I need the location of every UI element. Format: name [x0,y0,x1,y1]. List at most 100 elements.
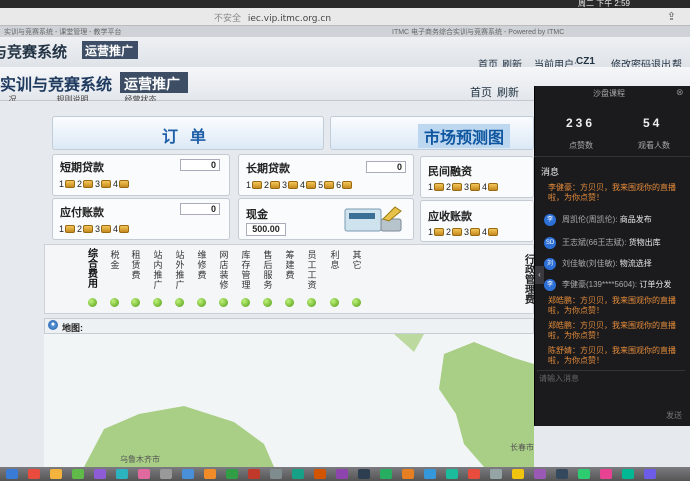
coin-icon[interactable] [470,228,481,236]
close-icon[interactable]: ⊗ [676,87,684,98]
market-label[interactable]: 市场预测图 [418,124,511,148]
coin-icon[interactable] [306,181,317,189]
status-indicator-icon[interactable] [153,298,162,307]
coin-icon[interactable] [119,180,130,188]
url-text[interactable]: 不安全 iec.vip.itmc.org.cn [214,11,331,24]
coin-icon[interactable] [452,228,463,236]
status-indicator-icon[interactable] [175,298,184,307]
coin-icon[interactable] [65,180,76,188]
short-loan-slots[interactable]: 1 2 3 4 [59,179,130,189]
app-icon[interactable] [490,469,502,479]
card-machine-icon[interactable] [343,205,405,235]
coin-icon[interactable] [101,180,112,188]
app-icon[interactable] [6,469,18,479]
coin-icon[interactable] [470,183,481,191]
app-icon[interactable] [556,469,568,479]
app-icon[interactable] [600,469,612,479]
status-indicator-icon[interactable] [307,298,316,307]
app-icon[interactable] [578,469,590,479]
nav-refresh[interactable]: 刷新 [497,84,519,100]
app-icon[interactable] [270,469,282,479]
message-item: 李健豪(139****5604): 订单分发 [559,280,687,290]
app-icon[interactable] [358,469,370,479]
share-icon[interactable]: ⇪ [667,10,676,23]
receivable-slots[interactable]: 1 2 3 4 [428,227,499,237]
coin-icon[interactable] [342,181,353,189]
status-indicator-icon[interactable] [131,298,140,307]
status-indicator-icon[interactable] [110,298,119,307]
app-icon[interactable] [72,469,84,479]
coin-icon[interactable] [288,181,299,189]
send-button[interactable]: 发送 [666,410,682,421]
map-view[interactable]: 乌鲁木齐市 长春市 [44,334,534,467]
long-loan-value: 0 [366,161,406,173]
coin-icon[interactable] [488,228,499,236]
app-icon[interactable] [644,469,656,479]
long-loan-slots[interactable]: 1 2 3 4 5 6 [246,180,353,190]
coin-icon[interactable] [434,183,445,191]
app-icon[interactable] [402,469,414,479]
message-author: 刘佳敏(刘佳敏): [562,259,618,268]
likes-label: 点赞数 [569,141,593,150]
app-icon[interactable] [204,469,216,479]
app-icon[interactable] [28,469,40,479]
receivable-label: 应收账款 [428,211,472,223]
map-city-changchun[interactable]: 长春市 [510,442,534,453]
coin-icon[interactable] [452,183,463,191]
coin-icon[interactable] [252,181,263,189]
message-input[interactable]: 请输入消息 [537,370,685,388]
app-icon[interactable] [424,469,436,479]
message-author: 李健豪(139****5604): [562,280,638,289]
coin-icon[interactable] [65,225,76,233]
address-bar[interactable]: 不安全 iec.vip.itmc.org.cn ⇪ [0,8,690,26]
app-icon[interactable] [468,469,480,479]
app-icon[interactable] [336,469,348,479]
avatar: SD [544,237,556,249]
app-icon[interactable] [182,469,194,479]
order-label[interactable]: 订单 [162,123,218,147]
status-indicator-icon[interactable] [263,298,272,307]
app-icon[interactable] [446,469,458,479]
status-indicator-icon[interactable] [330,298,339,307]
app-icon[interactable] [160,469,172,479]
coin-icon[interactable] [434,228,445,236]
message-item: 郑皓鹏：方贝贝，我来围观你的直播啦，为你点赞！ [548,321,676,340]
payable-slots[interactable]: 1 2 3 4 [59,224,130,234]
status-indicator-icon[interactable] [88,298,97,307]
expense-column-label: 筹建费 [285,250,295,280]
app-icon[interactable] [116,469,128,479]
chevron-left-icon[interactable]: ‹ [535,266,544,284]
coin-icon[interactable] [83,225,94,233]
status-indicator-icon[interactable] [241,298,250,307]
app-icon[interactable] [292,469,304,479]
coin-icon[interactable] [101,225,112,233]
message-author: 周凯伦(周凯伦): [562,215,618,224]
status-indicator-icon[interactable] [352,298,361,307]
app-icon[interactable] [94,469,106,479]
app-icon[interactable] [138,469,150,479]
status-indicator-icon[interactable] [197,298,206,307]
coin-icon[interactable] [83,180,94,188]
messages-label: 消息 [541,167,560,177]
private-loan-slots[interactable]: 1 2 3 4 [428,182,499,192]
coin-icon[interactable] [119,225,130,233]
app-icon[interactable] [50,469,62,479]
app-icon[interactable] [248,469,260,479]
map-city-urumqi[interactable]: 乌鲁木齐市 [120,454,160,465]
ghost-nav-user[interactable]: CZ1 [576,56,595,67]
tab-left[interactable]: 实训与竞赛系统 - 课堂管理 - 教学平台 [4,27,121,37]
coin-icon[interactable] [324,181,335,189]
ghost-badge: 运营推广 [82,41,138,59]
status-indicator-icon[interactable] [219,298,228,307]
coin-icon[interactable] [270,181,281,189]
coin-icon[interactable] [488,183,499,191]
app-icon[interactable] [622,469,634,479]
app-icon[interactable] [512,469,524,479]
tab-right[interactable]: ITMC 电子商务综合实训与竞赛系统 - Powered by ITMC [392,27,564,37]
nav-home[interactable]: 首页 [470,84,492,100]
app-icon[interactable] [226,469,238,479]
status-indicator-icon[interactable] [285,298,294,307]
app-icon[interactable] [534,469,546,479]
app-icon[interactable] [380,469,392,479]
app-icon[interactable] [314,469,326,479]
